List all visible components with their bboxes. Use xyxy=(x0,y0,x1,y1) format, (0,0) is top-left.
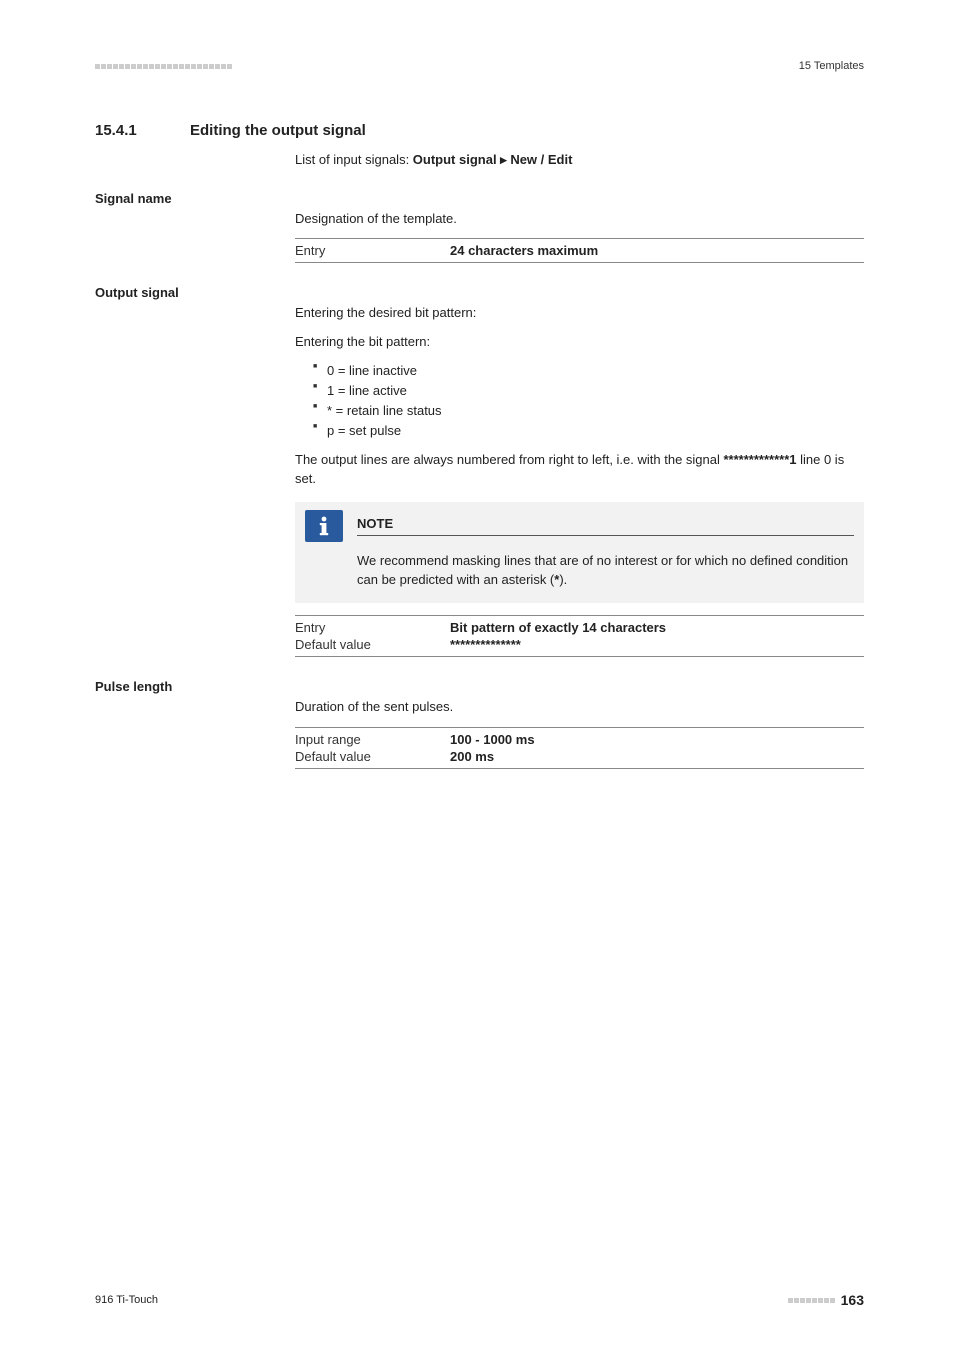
intro-line: List of input signals: Output signal ▸ N… xyxy=(295,151,864,169)
range-key: Input range xyxy=(295,732,450,747)
pulse-desc: Duration of the sent pulses. xyxy=(295,698,864,716)
bit-pattern-list: 0 = line inactive 1 = line active * = re… xyxy=(295,361,864,442)
intro-bold: Output signal ▸ New / Edit xyxy=(413,152,573,167)
signal-name-desc: Designation of the template. xyxy=(295,210,864,228)
entry-row: Input range 100 - 1000 ms xyxy=(295,732,864,747)
entry-key: Entry xyxy=(295,243,450,258)
range-val: 100 - 1000 ms xyxy=(450,732,535,747)
divider xyxy=(295,238,864,239)
default-key: Default value xyxy=(295,637,450,652)
info-icon xyxy=(305,510,343,542)
note-label: NOTE xyxy=(357,516,854,531)
list-item: * = retain line status xyxy=(313,401,864,421)
note-text: We recommend masking lines that are of n… xyxy=(305,552,854,590)
entry-key: Entry xyxy=(295,620,450,635)
divider xyxy=(295,262,864,263)
section-title: Editing the output signal xyxy=(190,122,366,139)
after-bold: *************1 xyxy=(724,452,797,467)
divider xyxy=(295,615,864,616)
intro-prefix: List of input signals: xyxy=(295,152,413,167)
note-box: NOTE We recommend masking lines that are… xyxy=(295,502,864,604)
entry-row: Default value ************** xyxy=(295,637,864,652)
entry-row: Default value 200 ms xyxy=(295,749,864,764)
default-val: 200 ms xyxy=(450,749,494,764)
output-desc2: Entering the bit pattern: xyxy=(295,333,864,351)
output-after: The output lines are always numbered fro… xyxy=(295,451,864,487)
footer-left: 916 Ti-Touch xyxy=(95,1294,158,1306)
default-key: Default value xyxy=(295,749,450,764)
divider xyxy=(357,535,854,536)
page-number: 163 xyxy=(841,1292,864,1308)
note-text-prefix: We recommend masking lines that are of n… xyxy=(357,553,848,587)
entry-row: Entry Bit pattern of exactly 14 characte… xyxy=(295,620,864,635)
after-prefix: The output lines are always numbered fro… xyxy=(295,452,724,467)
section-number: 15.4.1 xyxy=(95,122,190,139)
list-item: 0 = line inactive xyxy=(313,361,864,381)
entry-val: 24 characters maximum xyxy=(450,243,598,258)
header-label: 15 Templates xyxy=(799,60,864,72)
note-text-suffix: ). xyxy=(559,572,567,587)
divider xyxy=(295,768,864,769)
pulse-length-label: Pulse length xyxy=(95,679,864,694)
page-header: 15 Templates xyxy=(95,60,864,72)
divider xyxy=(295,727,864,728)
output-desc1: Entering the desired bit pattern: xyxy=(295,304,864,322)
divider xyxy=(295,656,864,657)
default-val: ************** xyxy=(450,637,521,652)
footer-squares-icon xyxy=(788,1298,835,1303)
section-heading: 15.4.1 Editing the output signal xyxy=(95,122,864,139)
list-item: 1 = line active xyxy=(313,381,864,401)
output-signal-label: Output signal xyxy=(95,285,864,300)
signal-name-label: Signal name xyxy=(95,191,864,206)
header-squares-icon xyxy=(95,64,232,69)
page-footer: 916 Ti-Touch 163 xyxy=(95,1292,864,1308)
list-item: p = set pulse xyxy=(313,421,864,441)
entry-val: Bit pattern of exactly 14 characters xyxy=(450,620,666,635)
entry-row: Entry 24 characters maximum xyxy=(295,243,864,258)
